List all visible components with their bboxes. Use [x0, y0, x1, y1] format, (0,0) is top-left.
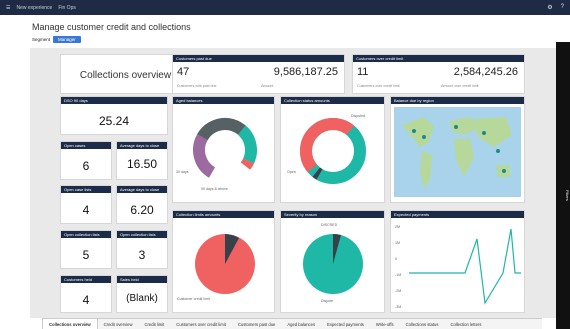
kpi-label: Sales held: [117, 276, 167, 283]
world-map[interactable]: [394, 107, 521, 197]
kpi-label: Customers held: [61, 276, 111, 283]
customers-past-due-card[interactable]: Customers past due 47 Customers with pas…: [172, 54, 345, 94]
tab-write-offs[interactable]: Write-offs: [370, 319, 400, 329]
tab-expected-payments[interactable]: Expected payments: [321, 319, 370, 329]
over-limit-amount: 2,584,245.26: [453, 66, 518, 78]
kpi-label: Open case lists: [61, 186, 111, 193]
past-due-amount: 9,586,187.25: [273, 66, 338, 78]
limits-label-0: Customer credit limit: [177, 297, 210, 301]
filters-rail[interactable]: Filters: [556, 42, 570, 329]
tab-collections-status[interactable]: Collections status: [400, 319, 445, 329]
company-crumb[interactable]: Fin Ops: [58, 5, 76, 11]
kpi-value: 6: [82, 159, 90, 173]
segment-selector: Segment Manager: [32, 36, 81, 43]
kpi-value: 4: [82, 293, 90, 307]
kpi-dso-card[interactable]: DSO 90 days 25.24: [60, 96, 168, 135]
kpi-value: 5: [82, 248, 90, 262]
chart-header: Balance due by region: [391, 97, 524, 104]
kpi-open-cases-card[interactable]: Open cases 6: [60, 141, 112, 180]
expected-payments-chart[interactable]: Expected payments 2M 1M 0 -1M -2M -3M: [390, 210, 525, 313]
y-tick: 1M: [395, 241, 400, 245]
aged-label-0: 90 days & above: [201, 187, 228, 191]
kpi-value: 6.20: [130, 203, 154, 217]
segment-value[interactable]: Manager: [53, 36, 81, 43]
help-icon[interactable]: ?: [561, 4, 564, 11]
tab-customers-over-limit[interactable]: Customers over credit limit: [170, 319, 232, 329]
kpi-avg-days-card[interactable]: Average days to close 16.50: [116, 141, 168, 180]
over-limit-card[interactable]: Customers over credit limit 11 Customers…: [352, 54, 525, 94]
collection-limits-chart[interactable]: Collection limits amounts Customer credi…: [172, 210, 275, 313]
over-limit-count: 11: [357, 66, 369, 78]
kpi-value: 3: [138, 248, 146, 262]
overview-card: Collections overview: [60, 54, 189, 94]
kpi-value: 4: [82, 203, 90, 217]
severity-label-1: Dispute: [321, 299, 334, 303]
status-label-1: Disputed: [351, 114, 366, 118]
y-tick: 0: [395, 257, 397, 261]
report-tabs: Collections overview Credit overview Cre…: [42, 318, 542, 329]
kpi-value: 25.24: [98, 114, 130, 128]
map-land: [402, 117, 512, 189]
status-label-0: Open: [287, 170, 296, 174]
kpi-label: Open collection lists: [61, 231, 111, 238]
tab-credit-overview[interactable]: Credit overview: [98, 319, 139, 329]
over-limit-count-caption: Customers over credit limit: [357, 84, 400, 88]
page-title: Manage customer credit and collections: [32, 22, 191, 32]
payments-line: [409, 228, 521, 305]
kpi-label: Average days to close: [117, 142, 167, 149]
over-limit-header: Customers over credit limit: [353, 55, 524, 62]
aged-balances-chart[interactable]: Aged balances 30 days 90 days & above: [172, 96, 275, 203]
segment-label: Segment: [32, 37, 51, 42]
kpi-customers-held-card[interactable]: Customers held 4: [60, 275, 112, 313]
kpi-avg-days-2-card[interactable]: Average days to close 6.20: [116, 185, 168, 224]
tab-collections-overview[interactable]: Collections overview: [42, 319, 98, 329]
chart-header: Aged balances: [173, 97, 274, 104]
y-tick: -1M: [395, 273, 402, 277]
past-due-count-caption: Customers with past due: [177, 84, 217, 88]
chart-header: Expected payments: [391, 211, 524, 218]
kpi-label: Open collection lists: [117, 231, 167, 238]
kpi-label: DSO 90 days: [61, 97, 167, 104]
status-donut: [300, 118, 366, 184]
y-tick: -2M: [395, 289, 402, 293]
chart-header: Collection limits amounts: [173, 211, 274, 218]
tab-aged-balances[interactable]: Aged balances: [281, 319, 321, 329]
y-tick: -3M: [395, 305, 402, 309]
past-due-count: 47: [177, 66, 190, 78]
severity-pie: [303, 233, 363, 294]
aged-label-1: 30 days: [176, 170, 189, 174]
kpi-open-collection-lists-card[interactable]: Open collection lists 5: [60, 230, 112, 269]
kpi-value: (Blank): [126, 293, 158, 304]
filters-label: Filters: [565, 190, 570, 201]
kpi-open-case-lists-card[interactable]: Open case lists 4: [60, 185, 112, 224]
past-due-amount-caption: Amount: [261, 84, 274, 88]
tab-credit-limit[interactable]: Credit limit: [139, 319, 171, 329]
top-bar: ☰ New experience Fin Ops ⚙?: [0, 0, 570, 15]
app-name: New experience: [16, 4, 53, 11]
settings-icon[interactable]: ⚙: [547, 4, 552, 11]
y-tick: 2M: [395, 225, 400, 229]
overview-title: Collections overview: [79, 70, 172, 81]
chart-header: Severity by reason: [281, 211, 384, 218]
kpi-label: Open cases: [61, 142, 111, 149]
customers-past-due-header: Customers past due: [173, 55, 344, 62]
kpi-label: Average days to close: [117, 186, 167, 193]
region-map-chart[interactable]: Balance due by region: [390, 96, 525, 203]
severity-chart[interactable]: Severity by reason DISCRED Dispute: [280, 210, 385, 313]
kpi-value: 16.50: [126, 157, 158, 171]
collection-status-chart[interactable]: Collection status amounts Open Disputed: [280, 96, 385, 203]
tab-collection-letters[interactable]: Collection letters: [444, 319, 487, 329]
tab-customers-past-due[interactable]: Customers past due: [232, 319, 281, 329]
over-limit-amount-caption: Amount over credit limit: [441, 84, 479, 88]
kpi-open-collection-lists-2-card[interactable]: Open collection lists 3: [116, 230, 168, 269]
severity-label-0: DISCRED: [321, 223, 338, 227]
kpi-sales-held-card[interactable]: Sales held (Blank): [116, 275, 168, 313]
chart-header: Collection status amounts: [281, 97, 384, 104]
menu-icon[interactable]: ☰: [6, 5, 10, 11]
